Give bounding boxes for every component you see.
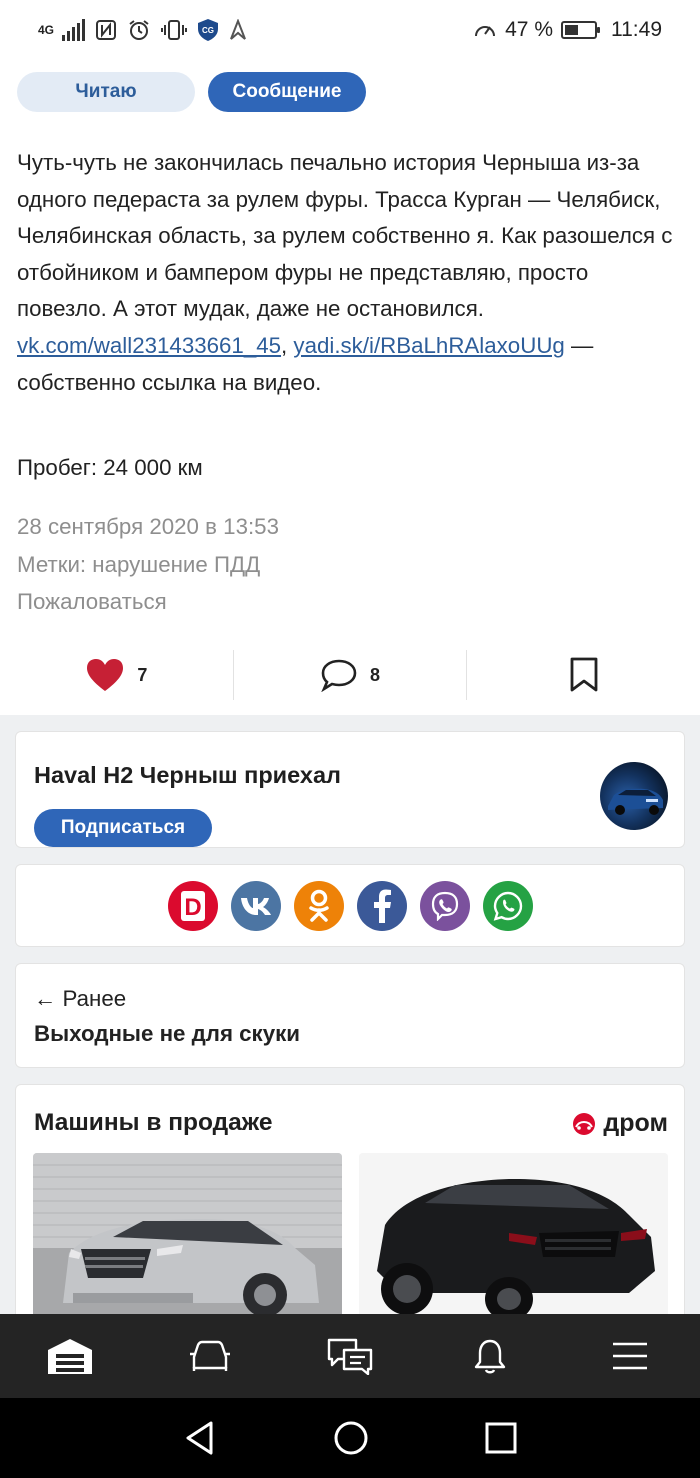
cars-for-sale-card: Машины в продаже дром <box>15 1084 685 1324</box>
nav-menu[interactable] <box>595 1326 665 1386</box>
car-icon <box>190 1340 230 1371</box>
home-icon[interactable] <box>333 1420 369 1456</box>
speedometer-icon <box>475 26 496 37</box>
chat-icon <box>327 1338 373 1375</box>
drom-logo[interactable]: дром <box>571 1109 668 1138</box>
car-listing-image[interactable] <box>359 1153 668 1323</box>
article-body: Чуть-чуть не закончилась печально истори… <box>17 145 683 401</box>
post-actions: Читаю Сообщение <box>17 72 366 112</box>
vk-link[interactable]: vk.com/wall231433661_45 <box>17 333 281 358</box>
svg-text:CG: CG <box>202 26 214 35</box>
back-icon[interactable] <box>183 1420 217 1456</box>
whatsapp-icon <box>493 891 522 921</box>
share-card: D <box>15 864 685 947</box>
recents-icon[interactable] <box>485 1422 517 1454</box>
status-icons-right: 47 % 11:49 <box>473 18 662 42</box>
comment-icon <box>321 659 357 692</box>
post-meta: 28 сентября 2020 в 13:53 Метки: нарушени… <box>17 508 279 621</box>
blog-title[interactable]: Haval H2 Черныш приехал <box>34 762 341 789</box>
drom-icon: D <box>167 880 218 931</box>
system-nav-bar <box>0 1398 700 1478</box>
menu-icon <box>613 1342 647 1370</box>
like-count: 7 <box>137 664 148 685</box>
garage-icon <box>48 1339 92 1374</box>
facebook-share-button[interactable] <box>356 880 407 931</box>
silver-suv-image <box>33 1153 342 1323</box>
whatsapp-share-button[interactable] <box>482 880 533 931</box>
mileage: Пробег: 24 000 км <box>17 455 203 480</box>
previous-label: ← Ранее <box>34 986 127 1011</box>
status-icons-left: 4G CG <box>38 18 247 42</box>
clock: 11:49 <box>611 18 662 41</box>
sale-section-title: Машины в продаже <box>34 1109 273 1136</box>
drom-share-button[interactable]: D <box>167 880 218 931</box>
car-avatar-image <box>608 788 663 815</box>
comments-button[interactable]: 8 <box>234 640 467 710</box>
previous-post-card[interactable]: ← Ранее Выходные не для скуки <box>15 963 685 1068</box>
viber-icon <box>431 891 458 921</box>
ok-icon <box>308 889 329 922</box>
nav-cars[interactable] <box>175 1326 245 1386</box>
shield-icon: CG <box>198 19 218 41</box>
app-bottom-nav <box>0 1314 700 1398</box>
reactions-bar: 7 8 <box>0 640 700 710</box>
bookmark-icon <box>570 657 598 692</box>
signal-icon <box>62 19 85 41</box>
author-card: Haval H2 Черныш приехал Подписаться <box>15 731 685 848</box>
battery-icon <box>561 21 600 39</box>
nav-notifications[interactable] <box>455 1326 525 1386</box>
bell-icon <box>474 1339 506 1374</box>
subscribe-button[interactable]: Подписаться <box>34 809 212 847</box>
drom-logo-icon <box>573 1112 596 1135</box>
drom-letter: D <box>184 894 201 921</box>
ok-share-button[interactable] <box>293 880 344 931</box>
yadisk-link[interactable]: yadi.sk/i/RBaLhRAlaxoUUg <box>293 333 564 358</box>
nav-home[interactable] <box>35 1326 105 1386</box>
feed-area: Haval H2 Черныш приехал Подписаться D ← … <box>0 715 700 1324</box>
post-date: 28 сентября 2020 в 13:53 <box>17 514 279 539</box>
vibrate-icon <box>161 20 187 40</box>
nfc-icon <box>96 20 116 40</box>
previous-post-title[interactable]: Выходные не для скуки <box>34 1021 300 1047</box>
like-button[interactable]: 7 <box>0 640 233 710</box>
black-suv-image <box>359 1153 668 1323</box>
link-separator: , <box>281 332 294 358</box>
report-link[interactable]: Пожаловаться <box>17 583 279 621</box>
facebook-icon <box>373 889 391 923</box>
bookmark-button[interactable] <box>467 640 700 710</box>
vk-icon <box>240 897 271 915</box>
vk-share-button[interactable] <box>230 880 281 931</box>
nav-messages[interactable] <box>315 1326 385 1386</box>
battery-percent: 47 % <box>505 18 553 41</box>
avatar[interactable] <box>600 762 668 830</box>
drom-logo-text: дром <box>603 1109 668 1137</box>
network-type: 4G <box>38 22 55 37</box>
comment-count: 8 <box>370 664 381 685</box>
post-tags[interactable]: Метки: нарушение ПДД <box>17 546 279 584</box>
car-listing-image[interactable] <box>33 1153 342 1323</box>
viber-share-button[interactable] <box>419 880 470 931</box>
article-text: Чуть-чуть не закончилась печально истори… <box>17 150 673 322</box>
status-bar: 4G CG 47 % 11:49 <box>0 0 700 60</box>
heart-icon <box>87 659 124 691</box>
message-button[interactable]: Сообщение <box>208 72 366 112</box>
alarm-icon <box>129 20 149 40</box>
read-button[interactable]: Читаю <box>17 72 195 112</box>
arrow-icon <box>230 19 246 40</box>
